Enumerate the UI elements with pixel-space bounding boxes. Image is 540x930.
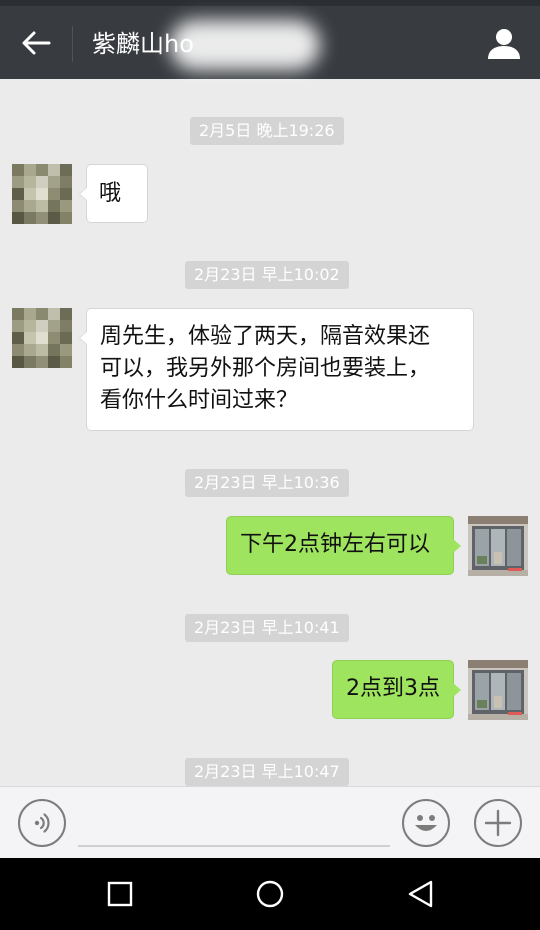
arrow-left-icon xyxy=(22,31,51,55)
my-avatar[interactable] xyxy=(468,516,528,576)
status-bar xyxy=(0,0,540,6)
message-input[interactable] xyxy=(78,845,390,847)
sent-message-bubble[interactable]: 2点到3点 xyxy=(332,660,461,719)
message-timestamp: 2月23日 早上10:02 xyxy=(185,261,349,289)
message-timestamp: 2月23日 早上10:41 xyxy=(185,614,349,642)
voice-icon xyxy=(34,813,50,833)
square-recents-icon xyxy=(107,881,133,907)
message-text-line: 看你什么时间过来？ xyxy=(100,388,299,413)
message-text: 下午2点钟左右可以 xyxy=(240,532,430,557)
message-text: 哦 xyxy=(99,181,122,206)
back-button[interactable] xyxy=(14,26,58,60)
chat-input-bar xyxy=(0,786,540,858)
message-text: 2点到3点 xyxy=(346,676,440,701)
my-avatar[interactable] xyxy=(468,660,528,720)
message-text-line: 可以，我另外那个房间也要装上， xyxy=(100,356,431,381)
triangle-back-icon xyxy=(408,880,433,908)
system-navigation-bar xyxy=(0,858,540,930)
message-timestamp: 2月23日 早上10:47 xyxy=(185,758,349,786)
voice-button[interactable] xyxy=(18,799,66,847)
system-back-button[interactable] xyxy=(395,876,445,912)
message-timestamp: 2月23日 早上10:36 xyxy=(185,469,349,497)
window-photo-icon xyxy=(468,660,528,720)
contact-avatar[interactable] xyxy=(12,164,72,224)
home-button[interactable] xyxy=(245,876,295,912)
message-timestamp: 2月5日 晚上19:26 xyxy=(190,117,344,145)
received-message-bubble[interactable]: 哦 xyxy=(79,164,148,223)
plus-icon xyxy=(484,809,512,837)
title-redaction xyxy=(170,20,320,70)
person-icon xyxy=(488,29,520,59)
header-divider xyxy=(72,26,73,62)
message-text-line: 周先生，体验了两天，隔音效果还 xyxy=(100,324,431,349)
emoji-smile-icon xyxy=(415,815,437,831)
recents-button[interactable] xyxy=(95,876,145,912)
contact-avatar[interactable] xyxy=(12,308,72,368)
chat-header: 紫麟山ho xyxy=(0,0,540,79)
emoji-button[interactable] xyxy=(402,799,450,847)
more-plus-button[interactable] xyxy=(474,799,522,847)
sent-message-bubble[interactable]: 下午2点钟左右可以 xyxy=(226,516,461,575)
circle-home-icon xyxy=(256,880,284,908)
window-photo-icon xyxy=(468,516,528,576)
received-message-bubble[interactable]: 周先生，体验了两天，隔音效果还 可以，我另外那个房间也要装上， 看你什么时间过来… xyxy=(79,308,474,431)
chat-info-button[interactable] xyxy=(482,22,526,66)
